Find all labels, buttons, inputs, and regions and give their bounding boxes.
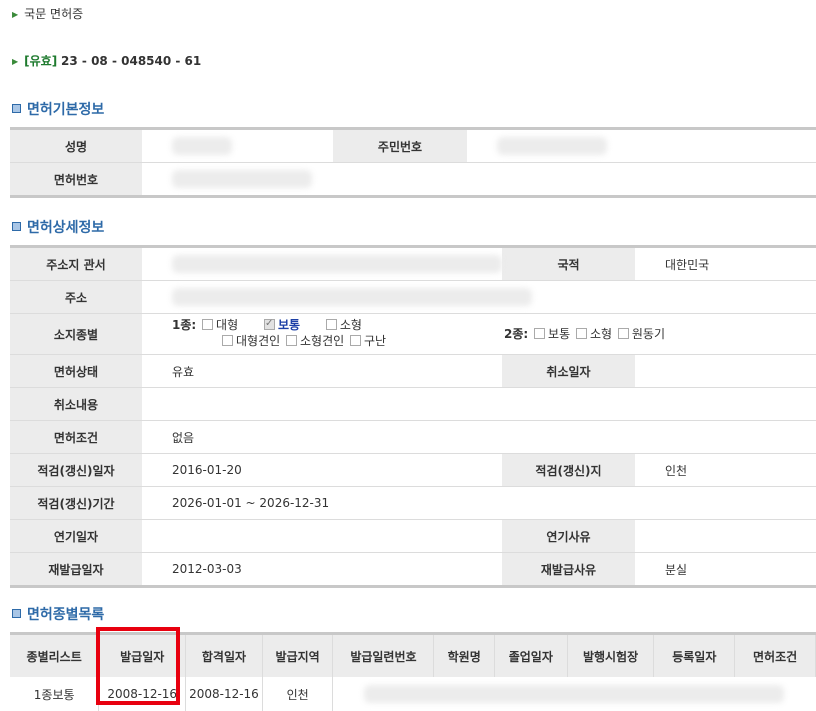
col-header: 발급지역 [262, 633, 334, 677]
renewal-date-value: 2016-01-20 [142, 453, 502, 487]
reissue-reason-label: 재발급사유 [502, 552, 635, 587]
section-square-icon [12, 609, 21, 618]
address-label: 주소 [10, 280, 142, 314]
nationality-label: 국적 [502, 246, 635, 281]
class2-small-label: 소형 [589, 327, 613, 341]
license-status: [유효] [24, 54, 58, 68]
renewal-date-label: 적검(갱신)일자 [10, 453, 142, 487]
col-header: 발행시험장 [567, 633, 655, 677]
rrn-value [467, 128, 816, 163]
class1-checkbox-small[interactable] [325, 319, 337, 330]
cell-redacted [333, 677, 816, 711]
cancel-content-label: 취소내용 [10, 387, 142, 421]
col-header: 발급일련번호 [332, 633, 435, 677]
license-types-label: 소지종별 [10, 313, 142, 355]
class2-checkbox-regular[interactable] [534, 328, 546, 339]
conditions-value: 없음 [142, 420, 816, 454]
detail-info-title: 면허상세정보 [12, 217, 104, 237]
class1-checkbox-small-tow[interactable] [286, 335, 297, 346]
class1-checkbox-regular[interactable] [263, 316, 275, 332]
conditions-label: 면허조건 [10, 420, 142, 454]
rrn-label: 주민번호 [333, 128, 467, 163]
class1-large-label: 대형 [216, 318, 239, 332]
class2-motor-label: 원동기 [631, 327, 665, 341]
reissue-date-value: 2012-03-03 [142, 552, 502, 587]
class1-label: 1종: [172, 318, 197, 332]
status-label: 면허상태 [10, 354, 142, 388]
postpone-date-value [142, 519, 502, 553]
postpone-reason-value [635, 519, 816, 553]
detail-info-table: 주소지 관서 국적 대한민국 주소 소지종별 1종: 대형 보통 소형 대형견인… [10, 245, 816, 588]
license-no-label: 면허번호 [10, 162, 142, 197]
renewal-place-label: 적검(갱신)지 [502, 453, 635, 487]
nationality-value: 대한민국 [635, 246, 816, 281]
license-number: 23 - 08 - 048540 - 61 [61, 54, 202, 68]
col-header: 졸업일자 [494, 633, 568, 677]
license-status-line: ▶ [유효] 23 - 08 - 048540 - 61 [12, 52, 201, 69]
cancel-date-label: 취소일자 [502, 354, 635, 388]
highlight-box [96, 627, 180, 705]
renewal-period-label: 적검(갱신)기간 [10, 486, 142, 520]
class1-checkbox-large-tow[interactable] [222, 335, 233, 346]
redacted-address [172, 288, 532, 306]
class1-group: 1종: 대형 보통 소형 대형견인 소형견인 구난 [172, 316, 387, 349]
redacted-name [172, 137, 232, 155]
renewal-period-value: 2026-01-01 ~ 2026-12-31 [142, 486, 816, 520]
reissue-reason-value: 분실 [635, 552, 816, 587]
cancel-content-value [142, 387, 816, 421]
cell-type: 1종보통 [10, 677, 100, 711]
class2-label: 2종: [504, 327, 529, 341]
col-header: 면허조건 [734, 633, 816, 677]
cell-pass-date: 2008-12-16 [185, 677, 263, 711]
license-no-value [142, 162, 816, 197]
section-square-icon [12, 104, 21, 113]
class1-small-tow-label: 소형견인 [300, 334, 345, 348]
section-square-icon [12, 222, 21, 231]
redacted-address-office [172, 255, 502, 273]
license-types-value: 1종: 대형 보통 소형 대형견인 소형견인 구난 2종: 보통 소형 원동기 [142, 313, 816, 355]
basic-info-title: 면허기본정보 [12, 99, 104, 119]
col-header: 합격일자 [185, 633, 263, 677]
class2-group: 2종: 보통 소형 원동기 [504, 326, 665, 342]
address-value [142, 280, 816, 314]
name-label: 성명 [10, 128, 142, 163]
redacted-row-details [364, 685, 785, 703]
class1-wrecker-label: 구난 [364, 334, 387, 348]
address-office-value [142, 246, 502, 281]
postpone-reason-label: 연기사유 [502, 519, 635, 553]
class2-regular-label: 보통 [548, 327, 571, 341]
postpone-date-label: 연기일자 [10, 519, 142, 553]
class1-checkbox-large[interactable] [202, 319, 214, 330]
redacted-license-no [172, 170, 312, 188]
license-title-line: ▶ 국문 면허증 [12, 5, 83, 22]
name-value [142, 128, 333, 163]
class2-checkbox-small[interactable] [575, 328, 587, 339]
renewal-place-value: 인천 [635, 453, 816, 487]
license-list-title: 면허종별목록 [12, 604, 104, 624]
class1-small-label: 소형 [339, 318, 362, 332]
redacted-rrn [497, 137, 607, 155]
col-header: 학원명 [433, 633, 495, 677]
col-header: 등록일자 [653, 633, 736, 677]
bullet-triangle-icon: ▶ [12, 10, 19, 19]
basic-info-table: 성명 주민번호 면허번호 [10, 127, 816, 198]
status-value: 유효 [142, 354, 502, 388]
class1-regular-label: 보통 [277, 318, 301, 332]
cell-region: 인천 [262, 677, 334, 711]
class1-checkbox-wrecker[interactable] [350, 335, 361, 346]
class1-large-tow-label: 대형견인 [236, 334, 281, 348]
address-office-label: 주소지 관서 [10, 246, 142, 281]
reissue-date-label: 재발급일자 [10, 552, 142, 587]
license-title: 국문 면허증 [24, 7, 84, 21]
col-header: 종별리스트 [10, 633, 100, 677]
cancel-date-value [635, 354, 816, 388]
bullet-triangle-icon: ▶ [12, 57, 19, 66]
class2-checkbox-motor[interactable] [617, 328, 629, 339]
